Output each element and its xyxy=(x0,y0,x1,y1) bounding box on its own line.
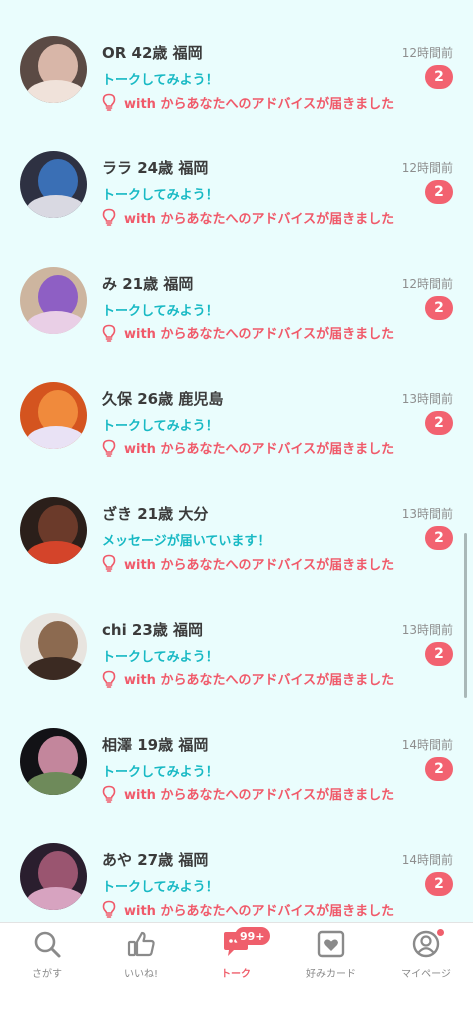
avatar[interactable] xyxy=(20,266,87,334)
advice-text: with からあなたへのアドバイスが届きました xyxy=(124,557,395,573)
search-icon xyxy=(32,929,62,959)
unread-count-badge: 2 xyxy=(425,180,453,205)
avatar[interactable] xyxy=(20,151,87,219)
unread-count-badge: 2 xyxy=(425,872,453,897)
lightbulb-icon xyxy=(102,324,116,342)
conversation-row[interactable]: 相澤 19歳 福岡 14時間前 トークしてみよう！ with からあなたへのアド… xyxy=(0,727,473,842)
advice-line: with からあなたへのアドバイスが届きました xyxy=(102,785,394,803)
unread-count-badge: 2 xyxy=(425,410,453,435)
conversation-row[interactable]: OR 42歳 福岡 12時間前 トークしてみよう！ with からあなたへのアド… xyxy=(0,35,473,150)
conversation-name: み 21歳 福岡 xyxy=(102,274,194,293)
conversation-list[interactable]: OR 42歳 福岡 12時間前 トークしてみよう！ with からあなたへのアド… xyxy=(0,0,473,922)
conversation-name: ざき 21歳 大分 xyxy=(102,505,209,524)
conversation-name: chi 23歳 福岡 xyxy=(102,620,204,639)
unread-count-badge: 2 xyxy=(425,295,453,320)
lightbulb-icon xyxy=(102,900,116,918)
conversation-time: 12時間前 xyxy=(401,161,453,176)
thumbs-up-icon xyxy=(126,929,156,959)
avatar[interactable] xyxy=(20,381,87,449)
notification-dot xyxy=(437,929,444,936)
unread-count-badge: 2 xyxy=(425,526,453,551)
conversation-row[interactable]: ざき 21歳 大分 13時間前 メッセージが届いています！ with からあなた… xyxy=(0,496,473,611)
conversation-row[interactable]: chi 23歳 福岡 13時間前 トークしてみよう！ with からあなたへのア… xyxy=(0,612,473,727)
chat-icon: 99+ xyxy=(221,927,270,959)
avatar[interactable] xyxy=(20,843,87,911)
scrollbar[interactable] xyxy=(464,533,467,698)
conversation-time: 13時間前 xyxy=(401,622,453,637)
conversation-time: 12時間前 xyxy=(401,46,453,60)
conversation-time: 14時間前 xyxy=(401,737,453,752)
unread-count-badge: 2 xyxy=(425,756,453,781)
conversation-name: ララ 24歳 福岡 xyxy=(102,159,209,178)
talk-unread-badge: 99+ xyxy=(235,927,270,945)
avatar[interactable] xyxy=(20,727,87,795)
conversation-row[interactable]: 久保 26歳 鹿児島 13時間前 トークしてみよう！ with からあなたへのア… xyxy=(0,381,473,496)
conversation-message: トークしてみよう！ xyxy=(102,764,219,780)
conversation-time: 13時間前 xyxy=(401,507,453,522)
avatar[interactable] xyxy=(20,36,87,103)
advice-line: with からあなたへのアドバイスが届きました xyxy=(102,208,395,227)
advice-text: with からあなたへのアドバイスが届きました xyxy=(124,903,395,919)
advice-line: with からあなたへのアドバイスが届きました xyxy=(102,324,394,342)
lightbulb-icon xyxy=(102,439,116,457)
conversation-name: あや 27歳 福岡 xyxy=(102,851,209,870)
advice-text: with からあなたへのアドバイスが届きました xyxy=(124,211,395,227)
advice-text: with からあなたへのアドバイスが届きました xyxy=(124,788,395,804)
advice-text: with からあなたへのアドバイスが届きました xyxy=(124,442,395,458)
heart-card-icon xyxy=(316,929,346,959)
tab-my-page[interactable]: マイページ xyxy=(386,929,466,985)
conversation-name: 相澤 19歳 福岡 xyxy=(102,735,209,754)
lightbulb-icon xyxy=(102,208,116,227)
bottom-tab-bar: さがす いいね! 99+ トーク 好みカード マイページ xyxy=(0,922,473,1024)
lightbulb-icon xyxy=(102,554,116,572)
conversation-message: トークしてみよう！ xyxy=(102,188,219,204)
lightbulb-icon xyxy=(102,785,116,803)
tab-search[interactable]: さがす xyxy=(7,929,87,985)
talk-screen: OR 42歳 福岡 12時間前 トークしてみよう！ with からあなたへのアド… xyxy=(0,0,473,1024)
unread-count-badge: 2 xyxy=(425,65,453,89)
tab-likes[interactable]: いいね! xyxy=(101,929,181,985)
conversation-message: トークしてみよう！ xyxy=(102,649,219,665)
conversation-message: メッセージが届いています！ xyxy=(102,534,271,550)
conversation-message: トークしてみよう！ xyxy=(102,880,219,896)
conversation-message: トークしてみよう！ xyxy=(102,418,219,434)
advice-text: with からあなたへのアドバイスが届きました xyxy=(124,327,395,343)
advice-line: with からあなたへのアドバイスが届きました xyxy=(102,670,394,688)
tab-talk[interactable]: 99+ トーク xyxy=(196,927,276,985)
conversation-time: 13時間前 xyxy=(401,391,453,406)
tab-preference-cards[interactable]: 好みカード xyxy=(291,929,371,985)
tab-likes-label: いいね! xyxy=(123,969,158,980)
conversation-message: トークしてみよう！ xyxy=(102,73,219,88)
tab-search-label: さがす xyxy=(32,969,62,980)
lightbulb-icon xyxy=(102,670,116,688)
tab-my-page-label: マイページ xyxy=(401,969,451,980)
conversation-row[interactable]: み 21歳 福岡 12時間前 トークしてみよう！ with からあなたへのアドバ… xyxy=(0,266,473,381)
advice-text: with からあなたへのアドバイスが届きました xyxy=(124,673,395,688)
advice-line: with からあなたへのアドバイスが届きました xyxy=(102,439,394,457)
conversation-message: トークしてみよう！ xyxy=(102,303,219,319)
tab-preference-cards-label: 好みカード xyxy=(306,969,356,980)
conversation-name: OR 42歳 福岡 xyxy=(102,44,203,62)
conversation-row[interactable]: あや 27歳 福岡 14時間前 トークしてみよう！ with からあなたへのアド… xyxy=(0,842,473,922)
unread-count-badge: 2 xyxy=(425,641,453,666)
advice-line: with からあなたへのアドバイスが届きました xyxy=(102,93,395,112)
avatar[interactable] xyxy=(20,612,87,680)
conversation-name: 久保 26歳 鹿児島 xyxy=(102,389,224,408)
profile-icon xyxy=(411,929,444,959)
advice-line: with からあなたへのアドバイスが届きました xyxy=(102,554,395,573)
conversation-row[interactable]: ララ 24歳 福岡 12時間前 トークしてみよう！ with からあなたへのアド… xyxy=(0,150,473,265)
avatar[interactable] xyxy=(20,497,87,565)
conversation-time: 12時間前 xyxy=(401,276,453,291)
advice-line: with からあなたへのアドバイスが届きました xyxy=(102,900,395,919)
tab-talk-label: トーク xyxy=(221,969,251,980)
advice-text: with からあなたへのアドバイスが届きました xyxy=(124,96,395,112)
lightbulb-icon xyxy=(102,93,116,111)
conversation-time: 14時間前 xyxy=(401,853,453,868)
